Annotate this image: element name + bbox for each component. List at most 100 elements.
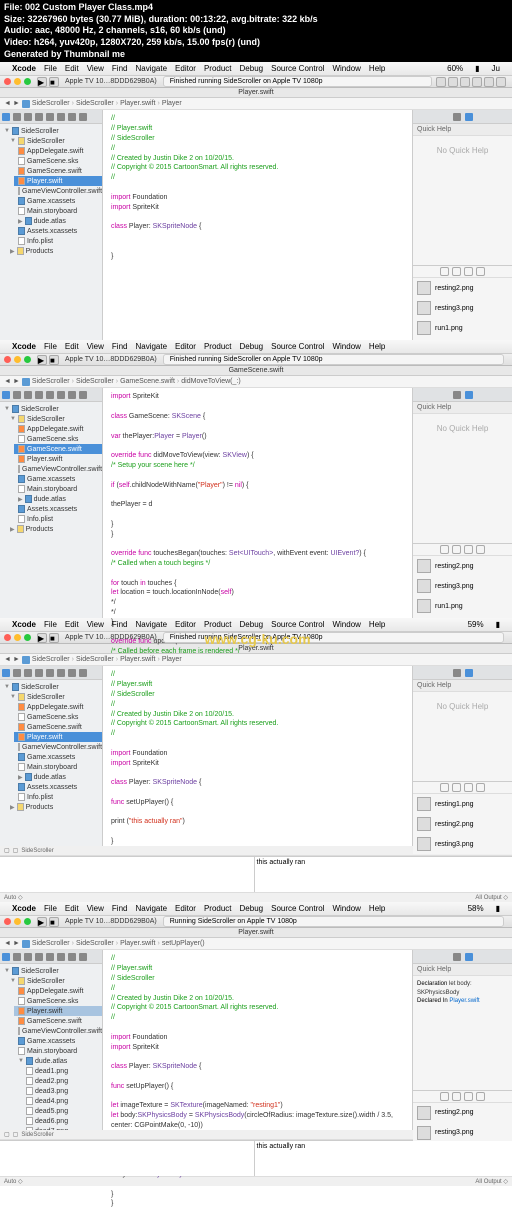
menu-source-control[interactable]: Source Control <box>271 64 324 73</box>
zoom-button[interactable] <box>24 78 31 85</box>
editor-mode-assistant[interactable] <box>448 77 458 87</box>
menu-find[interactable]: Find <box>112 64 128 73</box>
tree-file[interactable]: Info.plist <box>14 514 102 524</box>
breakpoint-nav-icon[interactable] <box>68 113 76 121</box>
tree-file[interactable]: Player.swift <box>14 454 102 464</box>
menu-view[interactable]: View <box>87 64 104 73</box>
breadcrumb[interactable]: SideScroller <box>21 1132 53 1138</box>
tree-products[interactable]: ▶Products <box>6 524 102 534</box>
menu-navigate[interactable]: Navigate <box>135 342 167 351</box>
menu-file[interactable]: File <box>44 342 57 351</box>
tree-file[interactable]: Game.xcassets <box>14 196 102 206</box>
editor-mode-version[interactable] <box>460 77 470 87</box>
jb-item[interactable]: Player.swift <box>120 100 155 107</box>
menu-app[interactable]: Xcode <box>12 64 36 73</box>
jump-bar[interactable]: ◄► SideScroller› SideScroller› GameScene… <box>0 376 512 388</box>
tree-project[interactable]: ▼SideScroller <box>0 126 102 136</box>
menu-window[interactable]: Window <box>332 64 360 73</box>
menu-product[interactable]: Product <box>204 342 232 351</box>
jump-bar[interactable]: ◄ ► SideScroller› SideScroller› Player.s… <box>0 98 512 110</box>
jb-item[interactable]: SideScroller <box>32 100 70 107</box>
menu-view[interactable]: View <box>87 342 104 351</box>
lib-tab-icon[interactable] <box>476 267 485 276</box>
menu-file[interactable]: File <box>44 64 57 73</box>
close-button[interactable] <box>4 634 11 641</box>
menu-app[interactable]: Xcode <box>12 342 36 351</box>
minimize-button[interactable] <box>14 634 21 641</box>
jb-back-icon[interactable]: ◄ <box>4 378 11 385</box>
menu-find[interactable]: Find <box>112 342 128 351</box>
tab-active[interactable]: Player.swift <box>238 645 273 652</box>
zoom-button[interactable] <box>24 634 31 641</box>
library-item[interactable]: run1.png <box>413 596 512 616</box>
stop-button[interactable]: ■ <box>49 77 59 87</box>
run-button[interactable]: ▶ <box>37 355 47 365</box>
menu-product[interactable]: Product <box>204 64 232 73</box>
scheme-selector[interactable]: Apple TV 10…8DDD629B0A) <box>65 78 157 85</box>
tree-group[interactable]: ▼SideScroller <box>6 414 102 424</box>
minimize-button[interactable] <box>14 78 21 85</box>
tree-file[interactable]: GameScene.swift <box>14 166 102 176</box>
menu-edit[interactable]: Edit <box>65 342 79 351</box>
run-button[interactable]: ▶ <box>37 917 47 927</box>
tree-file[interactable]: ▶dude.atlas <box>14 216 102 226</box>
tree-file[interactable]: Main.storyboard <box>14 484 102 494</box>
test-nav-icon[interactable] <box>46 113 54 121</box>
menu-window[interactable]: Window <box>332 342 360 351</box>
lib-tab-icon[interactable] <box>452 267 461 276</box>
stop-button[interactable]: ■ <box>49 917 59 927</box>
library-item[interactable]: resting3.png <box>413 834 512 854</box>
project-nav-icon[interactable] <box>2 391 10 399</box>
code-editor[interactable]: // // Player.swift // SideScroller // //… <box>103 666 412 846</box>
library-item[interactable]: run1.png <box>413 318 512 338</box>
console[interactable]: this actually ran <box>255 857 512 892</box>
library-item[interactable]: resting3.png <box>413 298 512 318</box>
tree-file[interactable]: Main.storyboard <box>14 206 102 216</box>
tree-file[interactable]: Game.xcassets <box>14 474 102 484</box>
toggle-debug[interactable] <box>484 77 494 87</box>
tree-file[interactable]: Assets.xcassets <box>14 226 102 236</box>
library-item[interactable]: resting2.png <box>413 556 512 576</box>
library-item[interactable]: resting2.png <box>413 278 512 298</box>
library-item[interactable]: resting2.png <box>413 1103 512 1123</box>
jb-back-icon[interactable]: ◄ <box>4 100 11 107</box>
tree-group[interactable]: ▼SideScroller <box>6 136 102 146</box>
menu-edit[interactable]: Edit <box>65 64 79 73</box>
stop-button[interactable]: ■ <box>49 355 59 365</box>
tree-file[interactable]: AppDelegate.swift <box>14 424 102 434</box>
minimize-button[interactable] <box>14 918 21 925</box>
editor-mode-standard[interactable] <box>436 77 446 87</box>
close-button[interactable] <box>4 918 11 925</box>
tree-file[interactable]: GameViewController.swift <box>14 464 102 474</box>
menu-navigate[interactable]: Navigate <box>135 64 167 73</box>
library-item[interactable]: resting3.png <box>413 576 512 596</box>
breadcrumb[interactable]: SideScroller <box>21 848 53 854</box>
toggle-utilities[interactable] <box>496 77 506 87</box>
close-button[interactable] <box>4 78 11 85</box>
tree-file[interactable]: GameScene.sks <box>14 156 102 166</box>
variables-view[interactable] <box>0 857 255 892</box>
tree-file-selected[interactable]: Player.swift <box>14 176 102 186</box>
zoom-button[interactable] <box>24 356 31 363</box>
stop-button[interactable]: ■ <box>49 633 59 643</box>
debug-btn[interactable]: ▢ <box>13 847 19 854</box>
zoom-button[interactable] <box>24 918 31 925</box>
file-inspector-icon[interactable] <box>453 113 461 121</box>
jb-item[interactable]: SideScroller <box>76 100 114 107</box>
jb-item[interactable]: Player <box>162 100 182 107</box>
debug-nav-icon[interactable] <box>57 113 65 121</box>
code-editor[interactable]: // // Player.swift // SideScroller // //… <box>103 110 412 340</box>
symbol-nav-icon[interactable] <box>13 113 21 121</box>
tree-file-selected[interactable]: GameScene.swift <box>14 444 102 454</box>
menu-debug[interactable]: Debug <box>240 64 264 73</box>
auto-filter[interactable]: Auto ◇ <box>4 894 23 901</box>
tab-active[interactable]: Player.swift <box>238 89 273 96</box>
report-nav-icon[interactable] <box>79 113 87 121</box>
tree-file[interactable]: GameViewController.swift <box>14 186 102 196</box>
tree-file[interactable]: GameScene.sks <box>14 434 102 444</box>
menu-source-control[interactable]: Source Control <box>271 342 324 351</box>
debug-btn[interactable]: ▢ <box>4 847 10 854</box>
tab-active[interactable]: GameScene.swift <box>229 367 284 374</box>
menu-debug[interactable]: Debug <box>240 342 264 351</box>
lib-tab-icon[interactable] <box>464 267 473 276</box>
